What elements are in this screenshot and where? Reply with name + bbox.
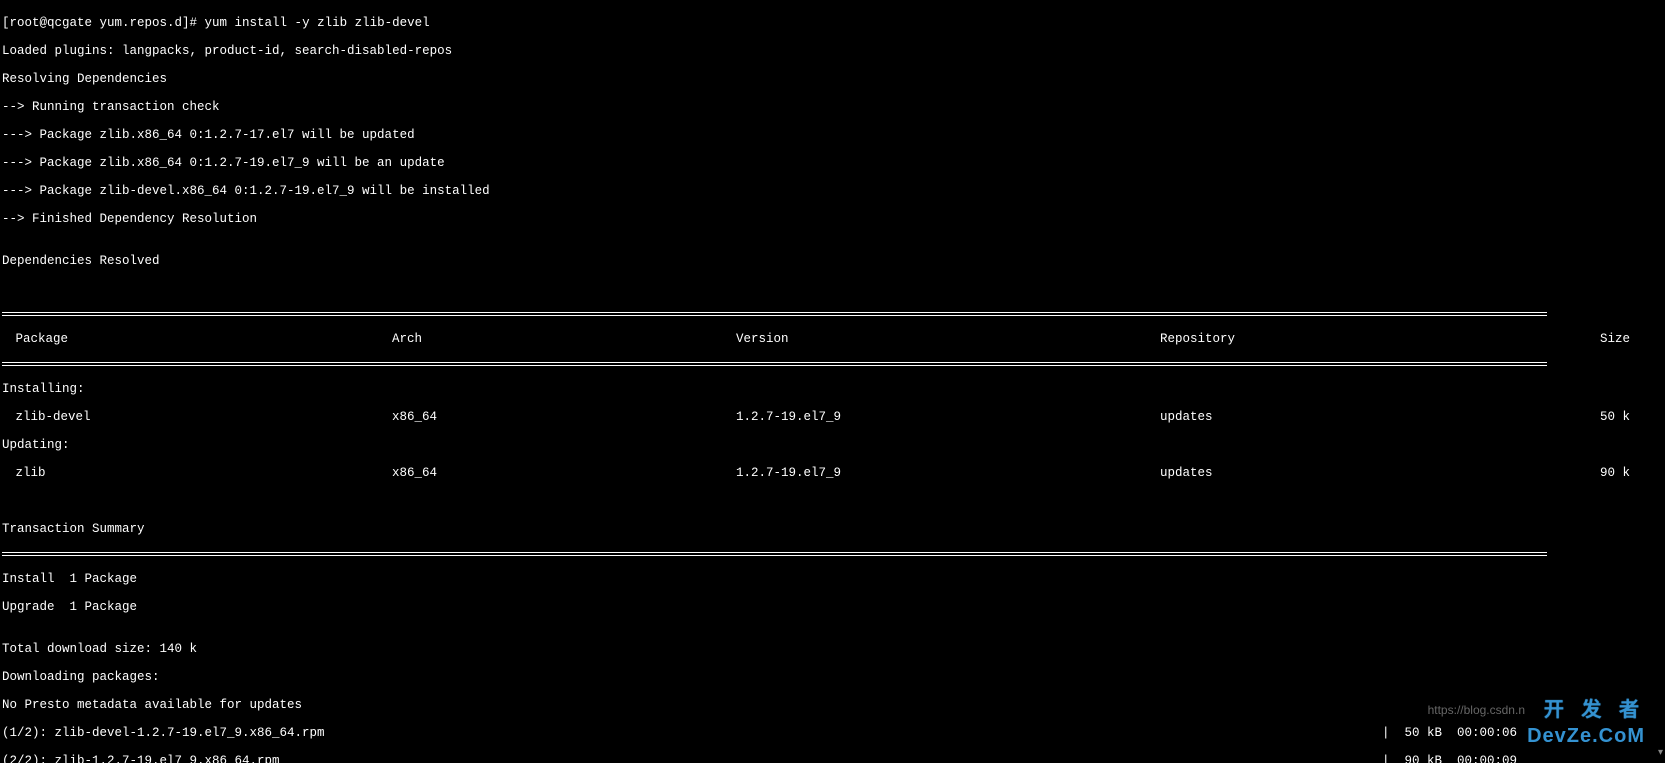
line: Total download size: 140 k [2,642,1665,656]
transaction-summary-label: Transaction Summary [2,522,1665,536]
table-rule-top [2,312,1547,316]
watermark-url: https://blog.csdn.n [1428,703,1525,717]
summary-line: Upgrade 1 Package [2,600,1665,614]
summary-line: Install 1 Package [2,572,1665,586]
line: Loaded plugins: langpacks, product-id, s… [2,44,1665,58]
blank [2,494,1665,508]
section-updating: Updating: [2,438,1665,452]
line: No Presto metadata available for updates [2,698,1665,712]
line: --> Finished Dependency Resolution [2,212,1665,226]
table-row: zlib-devel x86_64 1.2.7-19.el7_9 updates… [2,410,1665,424]
col-header-repository: Repository [1160,332,1530,346]
section-installing: Installing: [2,382,1665,396]
line: --> Running transaction check [2,100,1665,114]
blank [2,282,1665,296]
watermark-cn: 开 发 者 [1544,703,1645,717]
col-header-version: Version [736,332,1160,346]
line: Dependencies Resolved [2,254,1665,268]
terminal-output[interactable]: [root@qcgate yum.repos.d]# yum install -… [0,0,1665,763]
download-row: (2/2): zlib-1.2.7-19.el7_9.x86_64.rpm | … [2,754,1547,763]
download-row: (1/2): zlib-devel-1.2.7-19.el7_9.x86_64.… [2,726,1547,740]
prompt-line-1: [root@qcgate yum.repos.d]# yum install -… [2,16,1665,30]
watermark-en: DevZe.CoM [1527,729,1645,743]
line: ---> Package zlib.x86_64 0:1.2.7-19.el7_… [2,156,1665,170]
line: ---> Package zlib.x86_64 0:1.2.7-17.el7 … [2,128,1665,142]
summary-rule [2,552,1547,556]
col-header-size: Size [1530,332,1650,346]
line: ---> Package zlib-devel.x86_64 0:1.2.7-1… [2,184,1665,198]
col-header-arch: Arch [392,332,736,346]
col-header-package: Package [2,332,392,346]
table-header-row: Package Arch Version Repository Size [2,332,1665,346]
table-row: zlib x86_64 1.2.7-19.el7_9 updates 90 k [2,466,1665,480]
line: Downloading packages: [2,670,1665,684]
line: Resolving Dependencies [2,72,1665,86]
scroll-down-icon[interactable]: ▾ [1658,747,1663,761]
table-rule-mid [2,362,1547,366]
